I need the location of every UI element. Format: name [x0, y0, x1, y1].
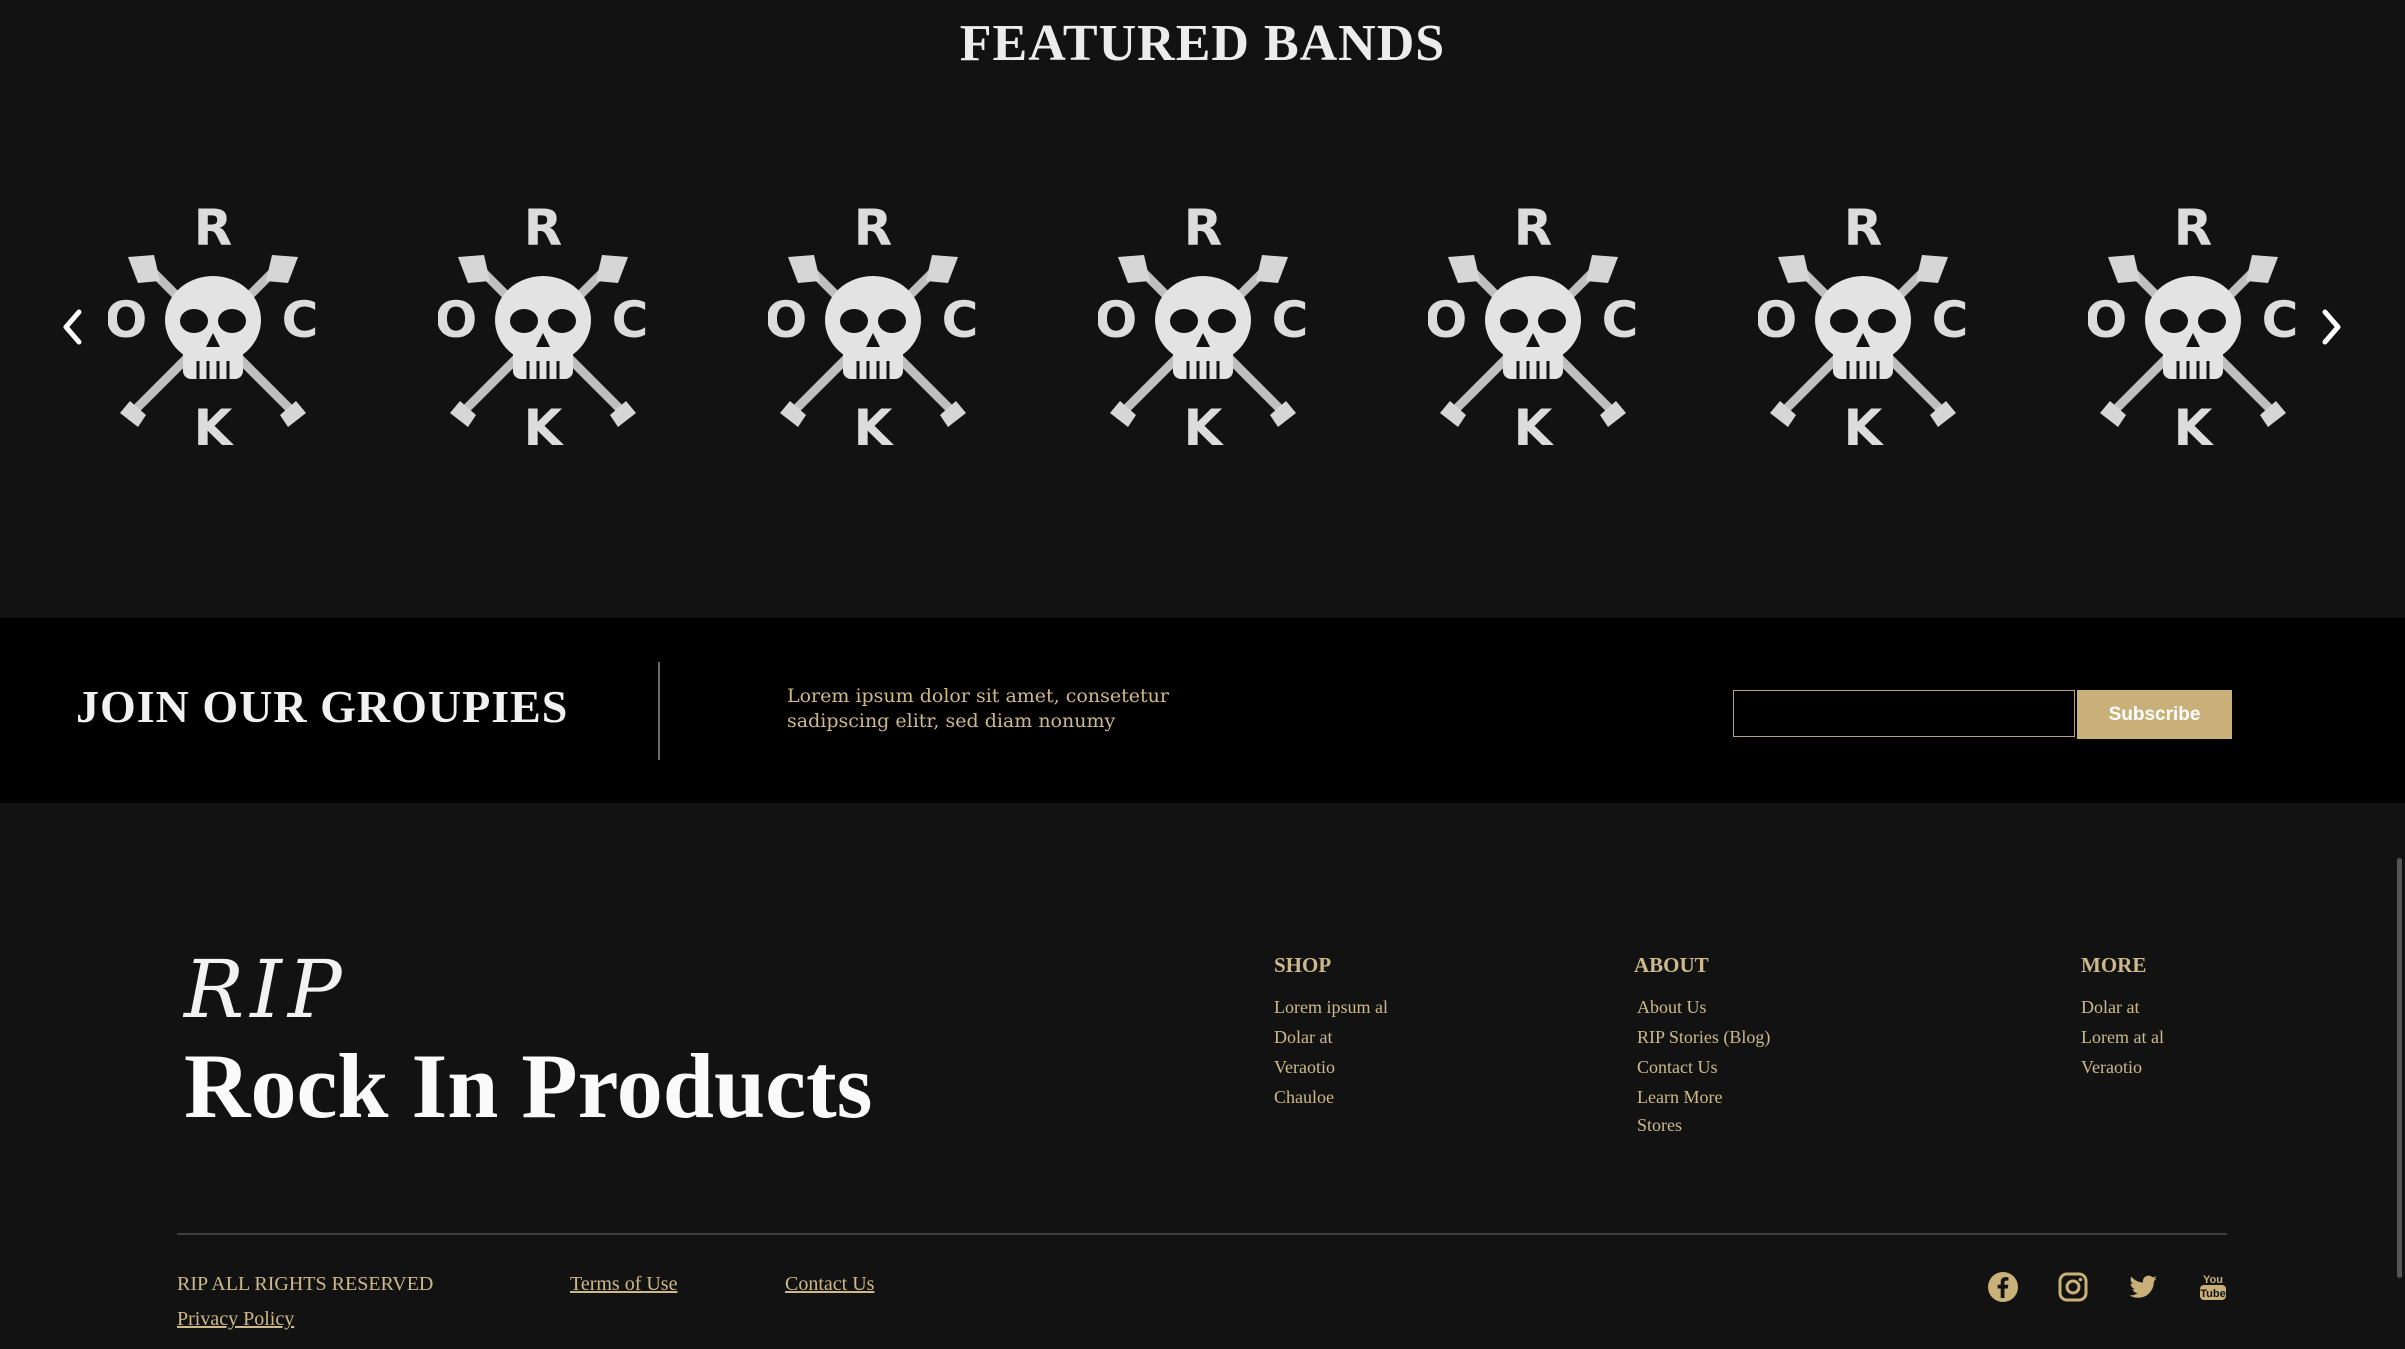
band-logo-4[interactable]: R O C K — [1098, 195, 1308, 455]
footer-column-heading: MORE — [2081, 953, 2147, 977]
logo-letter-left: O — [1098, 291, 1137, 349]
youtube-logo-text: You — [2203, 1274, 2223, 1286]
carousel-prev-button[interactable] — [50, 300, 96, 354]
footer-column-about: ABOUT About Us RIP Stories (Blog) Contac… — [1634, 953, 1770, 1138]
youtube-link[interactable]: You Tube — [2196, 1270, 2230, 1304]
rock-skull-logo: R O C K — [438, 199, 648, 455]
logo-letter-top: R — [1844, 199, 1883, 257]
logo-letter-left: O — [768, 291, 807, 349]
instagram-link[interactable] — [2056, 1270, 2090, 1304]
footer-link[interactable]: About Us — [1637, 992, 1770, 1022]
band-logo-1[interactable]: R O C K — [108, 195, 318, 455]
logo-letter-bottom: K — [1514, 399, 1555, 455]
logo-letter-right: C — [942, 291, 978, 349]
rock-skull-logo: R O C K — [1098, 199, 1308, 455]
rock-skull-logo: R O C K — [1758, 199, 1968, 455]
logo-letter-left: O — [108, 291, 147, 349]
footer-link[interactable]: Veraotio — [2081, 1052, 2164, 1082]
featured-bands-section: FEATURED BANDS R O C K R O C K R O C K R… — [0, 0, 2405, 618]
carousel-next-button[interactable] — [2308, 300, 2354, 354]
footer-link[interactable]: Lorem ipsum al — [1274, 992, 1388, 1022]
twitter-link[interactable] — [2126, 1270, 2160, 1304]
logo-letter-top: R — [524, 199, 563, 257]
footer-column-shop: SHOP Lorem ipsum al Dolar at Veraotio Ch… — [1274, 953, 1388, 1112]
band-logo-7[interactable]: R O C K — [2088, 195, 2298, 455]
email-input[interactable] — [1733, 690, 2075, 737]
youtube-icon: You Tube — [2200, 1274, 2226, 1300]
logo-letter-top: R — [194, 199, 233, 257]
terms-of-use-link[interactable]: Terms of Use — [570, 1273, 677, 1296]
facebook-link[interactable] — [1986, 1270, 2020, 1304]
footer-link[interactable]: Contact Us — [1637, 1052, 1770, 1082]
logo-letter-bottom: K — [2174, 399, 2215, 455]
logo-letter-top: R — [1184, 199, 1223, 257]
footer-link[interactable]: Stores — [1637, 1112, 1770, 1138]
footer-link[interactable]: Learn More — [1637, 1084, 1770, 1110]
footer-link[interactable]: Lorem at al — [2081, 1022, 2164, 1052]
svg-text:Tube: Tube — [2200, 1288, 2225, 1300]
rock-skull-logo: R O C K — [108, 199, 318, 455]
logo-letter-top: R — [854, 199, 893, 257]
band-logo-5[interactable]: R O C K — [1428, 195, 1638, 455]
logo-letter-right: C — [1602, 291, 1638, 349]
logo-letter-right: C — [1932, 291, 1968, 349]
newsletter-description: Lorem ipsum dolor sit amet, consetetur s… — [787, 684, 1207, 734]
newsletter-description-line: sadipscing elitr, sed diam nonumy — [787, 710, 1116, 732]
rock-skull-logo: R O C K — [2088, 199, 2298, 455]
page-scrollbar[interactable] — [2397, 858, 2402, 1278]
rock-skull-logo: R O C K — [1428, 199, 1638, 455]
featured-bands-title: FEATURED BANDS — [959, 15, 1446, 72]
logo-letter-left: O — [438, 291, 477, 349]
band-logo-6[interactable]: R O C K — [1758, 195, 1968, 455]
logo-letter-left: O — [2088, 291, 2127, 349]
instagram-icon — [2058, 1272, 2088, 1302]
footer-link[interactable]: Dolar at — [2081, 992, 2164, 1022]
logo-letter-left: O — [1428, 291, 1467, 349]
privacy-policy-link[interactable]: Privacy Policy — [177, 1308, 294, 1331]
logo-letter-right: C — [1272, 291, 1308, 349]
rock-skull-logo: R O C K — [768, 199, 978, 455]
logo-letter-bottom: K — [524, 399, 565, 455]
contact-us-link[interactable]: Contact Us — [785, 1273, 874, 1296]
footer-link[interactable]: Dolar at — [1274, 1022, 1388, 1052]
site-footer: RIP Rock In Products SHOP Lorem ipsum al… — [0, 803, 2405, 1349]
logo-letter-right: C — [282, 291, 318, 349]
footer-divider — [177, 1233, 2227, 1235]
brand-logo-script[interactable]: RIP — [184, 943, 348, 1036]
newsletter-section: JOIN OUR GROUPIES Lorem ipsum dolor sit … — [0, 618, 2405, 803]
footer-column-heading: SHOP — [1274, 953, 1332, 977]
twitter-icon — [2129, 1275, 2157, 1298]
band-logo-2[interactable]: R O C K — [438, 195, 648, 455]
logo-letter-right: C — [612, 291, 648, 349]
facebook-icon — [1988, 1272, 2018, 1302]
newsletter-title: JOIN OUR GROUPIES — [76, 681, 569, 732]
footer-link[interactable]: RIP Stories (Blog) — [1637, 1022, 1770, 1052]
footer-column-more: MORE Dolar at Lorem at al Veraotio — [2081, 953, 2164, 1082]
footer-link[interactable]: Chauloe — [1274, 1082, 1388, 1112]
subscribe-button[interactable]: Subscribe — [2077, 690, 2232, 739]
footer-column-heading: ABOUT — [1634, 953, 1709, 977]
logo-letter-right: C — [2262, 291, 2298, 349]
logo-letter-bottom: K — [1184, 399, 1225, 455]
newsletter-divider — [658, 662, 660, 760]
copyright-text: RIP ALL RIGHTS RESERVED — [177, 1273, 434, 1295]
newsletter-description-line: Lorem ipsum dolor sit amet, consetetur — [787, 685, 1169, 707]
logo-letter-bottom: K — [1844, 399, 1885, 455]
logo-letter-bottom: K — [854, 399, 895, 455]
logo-letter-top: R — [1514, 199, 1553, 257]
logo-letter-left: O — [1758, 291, 1797, 349]
brand-name: Rock In Products — [184, 1035, 873, 1137]
chevron-left-icon — [63, 309, 82, 345]
footer-link[interactable]: Veraotio — [1274, 1052, 1388, 1082]
logo-letter-top: R — [2174, 199, 2213, 257]
band-logo-3[interactable]: R O C K — [768, 195, 978, 455]
chevron-right-icon — [2322, 309, 2341, 345]
logo-letter-bottom: K — [194, 399, 235, 455]
